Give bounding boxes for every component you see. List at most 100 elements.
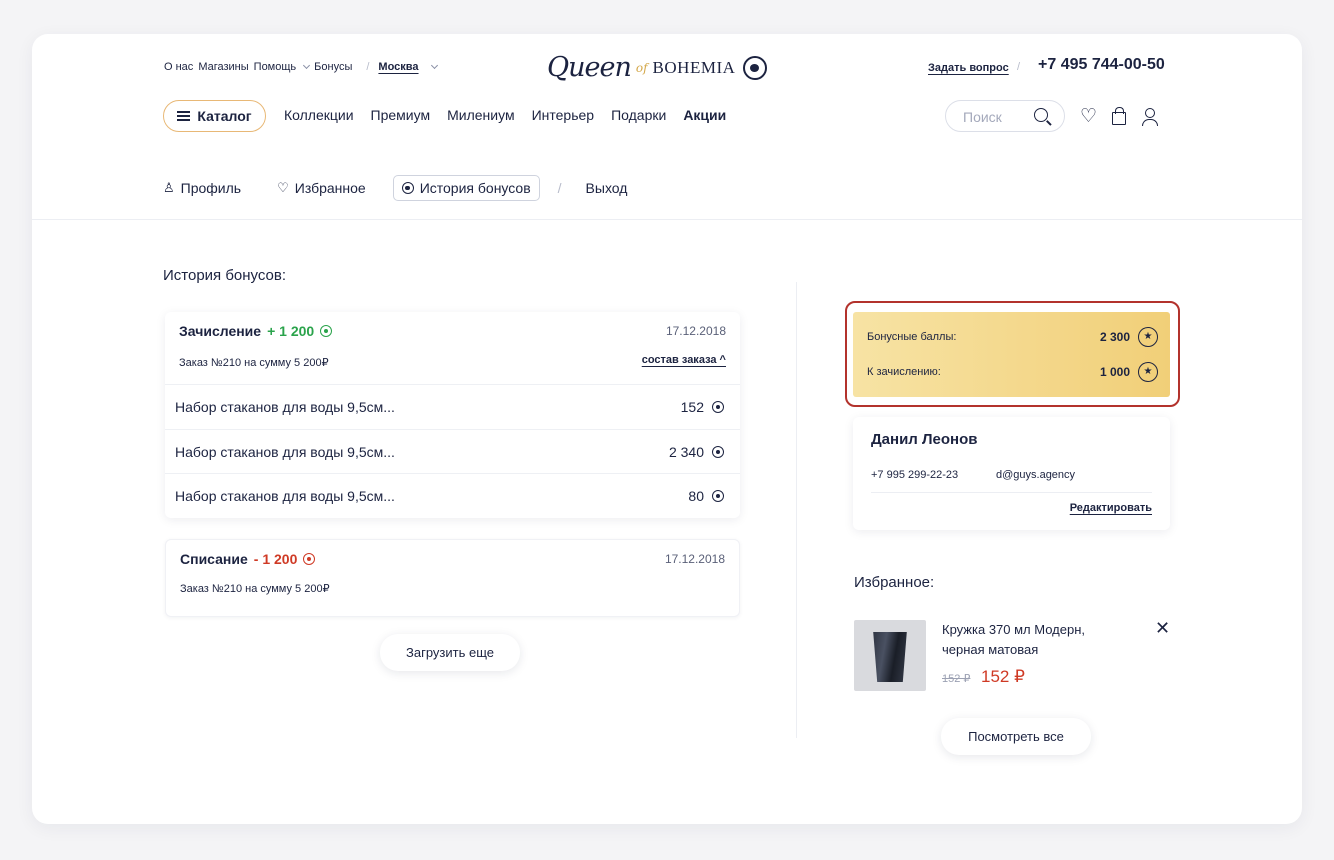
divider: / [557, 180, 562, 196]
divider: / [366, 61, 370, 73]
heart-icon[interactable]: ♡ [1080, 107, 1097, 126]
writeoff-header: Списание - 1 200 [180, 551, 316, 567]
crest-icon [743, 55, 768, 80]
accrual-card: Зачисление + 1 200 17.12.2018 Заказ №210… [165, 312, 740, 518]
item-value: 152 [681, 399, 724, 415]
item-name: Набор стаканов для воды 9,5см... [175, 444, 395, 460]
close-icon[interactable]: ✕ [1155, 618, 1170, 639]
order-details-toggle[interactable]: состав заказа ^ [642, 354, 726, 366]
user-name: Данил Леонов [871, 431, 978, 448]
product-image[interactable] [854, 620, 926, 691]
item-value: 80 [688, 488, 724, 504]
bonus-coin-icon [712, 401, 724, 413]
accrual-label: Зачисление [179, 323, 262, 339]
writeoff-date: 17.12.2018 [664, 552, 725, 566]
chevron-down-icon [430, 61, 438, 69]
top-link-help[interactable]: Помощь [253, 61, 311, 73]
top-link-bonuses[interactable]: Бонусы [314, 61, 352, 73]
star-icon: ★ [1138, 362, 1158, 382]
nav-item-premium[interactable]: Премиум [371, 107, 431, 123]
bonus-coin-icon [401, 182, 414, 194]
bonus-coin-icon [712, 446, 724, 458]
bonus-coin-icon [320, 325, 333, 337]
tab-profile-label: Профиль [180, 180, 242, 196]
logo-bohemia: BOHEMIA [652, 57, 736, 77]
nav-item-interior[interactable]: Интерьер [532, 107, 595, 123]
bonus-pending: 1 000 ★ [1100, 362, 1158, 382]
bonus-pending-row: К зачислению: 1 000 ★ [867, 362, 1158, 382]
tab-logout-label: Выход [585, 180, 628, 196]
view-all-label: Посмотреть все [968, 729, 1064, 744]
user-icon: ♙ [163, 180, 175, 195]
view-all-button[interactable]: Посмотреть все [941, 718, 1091, 755]
load-more-label: Загрузить еще [406, 645, 494, 660]
bonus-points: 2 300 ★ [1100, 327, 1158, 347]
top-links: О нас Магазины Помощь Бонусы / Москва [164, 61, 438, 73]
logo[interactable]: Queen of BOHEMIA [547, 52, 768, 83]
nav-item-collections[interactable]: Коллекции [284, 107, 354, 123]
user-icon[interactable] [1141, 108, 1159, 126]
accrual-amount: + 1 200 [267, 323, 315, 339]
writeoff-amount: - 1 200 [253, 551, 298, 567]
item-value-number: 2 340 [668, 444, 704, 460]
tab-bonus-history[interactable]: История бонусов [392, 175, 540, 201]
tab-bonus-history-label: История бонусов [419, 180, 531, 196]
main-nav: Коллекции Премиум Милениум Интерьер Пода… [284, 107, 743, 123]
logo-of: of [635, 60, 648, 75]
bonus-pending-value: 1 000 [1099, 365, 1130, 379]
tab-logout[interactable]: Выход [586, 180, 628, 196]
bonus-points-row: Бонусные баллы: 2 300 ★ [867, 327, 1158, 347]
cart-icon[interactable] [1112, 107, 1126, 125]
profile-tabs: ♙ Профиль ♡ Избранное История бонусов / … [163, 175, 663, 201]
bonus-points-label: Бонусные баллы: [867, 331, 957, 343]
item-name: Набор стаканов для воды 9,5см... [175, 488, 395, 504]
favorites-title: Избранное: [854, 574, 935, 591]
writeoff-card: Списание - 1 200 17.12.2018 Заказ №210 н… [165, 539, 740, 617]
logo-queen: Queen [547, 52, 632, 83]
product-name[interactable]: Кружка 370 мл Модерн, черная матовая [942, 620, 1122, 660]
bonus-points-value: 2 300 [1099, 330, 1130, 344]
mug-image [873, 632, 907, 682]
tab-favorites[interactable]: ♡ Избранное [277, 180, 366, 196]
user-card: Данил Леонов +7 995 299-22-23 d@guys.age… [853, 417, 1170, 530]
item-value-number: 152 [680, 399, 704, 415]
city-selector[interactable]: Москва [378, 61, 423, 73]
writeoff-label: Списание [180, 551, 248, 567]
nav-item-gifts[interactable]: Подарки [611, 107, 666, 123]
history-title: История бонусов: [163, 267, 287, 284]
edit-profile-link[interactable]: Редактировать [1070, 502, 1152, 514]
tab-favorites-label: Избранное [294, 180, 366, 196]
top-link-help-label: Помощь [253, 61, 297, 73]
product-old-price: 152 ₽ [942, 673, 971, 685]
heart-icon: ♡ [277, 180, 289, 195]
bonus-coin-icon [303, 553, 316, 565]
accrual-date: 17.12.2018 [665, 324, 726, 338]
list-item: Набор стаканов для воды 9,5см... 80 [165, 473, 740, 517]
divider [796, 282, 797, 738]
top-link-about[interactable]: О нас [164, 61, 193, 73]
bonus-pending-label: К зачислению: [867, 366, 941, 378]
item-value: 2 340 [669, 444, 724, 460]
search-icon[interactable] [1034, 108, 1048, 122]
search-input[interactable]: Поиск [945, 100, 1065, 132]
accrual-order: Заказ №210 на сумму 5 200₽ [179, 357, 329, 369]
tab-profile[interactable]: ♙ Профиль [163, 180, 241, 196]
list-item: Набор стаканов для воды 9,5см... 2 340 [165, 429, 740, 473]
item-name: Набор стаканов для воды 9,5см... [175, 399, 395, 415]
page-frame: О нас Магазины Помощь Бонусы / Москва Qu… [32, 34, 1302, 824]
catalog-button[interactable]: Каталог [163, 100, 266, 132]
user-email: d@guys.agency [996, 469, 1076, 481]
divider: / [1017, 61, 1021, 73]
phone-number[interactable]: +7 495 744-00-50 [1038, 56, 1165, 74]
search-placeholder: Поиск [963, 109, 1002, 125]
city-label: Москва [378, 61, 419, 73]
catalog-label: Каталог [197, 108, 252, 124]
nav-item-millennium[interactable]: Милениум [447, 107, 514, 123]
ask-question-link[interactable]: Задать вопрос [928, 62, 1009, 74]
writeoff-order: Заказ №210 на сумму 5 200₽ [180, 583, 330, 595]
nav-item-sales[interactable]: Акции [683, 107, 726, 123]
item-value-number: 80 [688, 488, 704, 504]
top-link-stores[interactable]: Магазины [198, 61, 248, 73]
load-more-button[interactable]: Загрузить еще [380, 634, 520, 671]
user-phone: +7 995 299-22-23 [871, 469, 959, 481]
